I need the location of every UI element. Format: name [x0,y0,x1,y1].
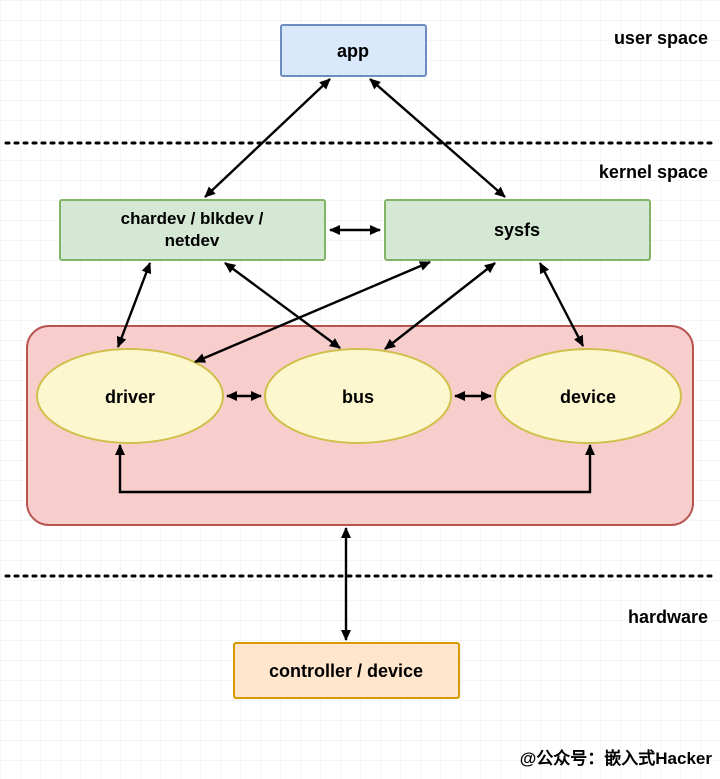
group-device-model: driver bus device [27,326,693,525]
credit-text: @公众号：嵌入式Hacker [520,748,713,768]
node-chardev: chardev / blkdev / netdev [60,200,325,260]
node-sysfs-label: sysfs [494,220,540,240]
label-hardware: hardware [628,607,708,627]
node-controller-label: controller / device [269,661,423,681]
node-bus: bus [265,349,451,443]
node-controller: controller / device [234,643,459,698]
node-device: device [495,349,681,443]
node-app-label: app [337,41,369,61]
label-kernel-space: kernel space [599,162,708,182]
node-chardev-label-1: chardev / blkdev / [121,209,264,228]
node-app: app [281,25,426,76]
node-bus-label: bus [342,387,374,407]
node-sysfs: sysfs [385,200,650,260]
node-chardev-label-2: netdev [165,231,220,250]
node-driver-label: driver [105,387,155,407]
label-user-space: user space [614,28,708,48]
node-driver: driver [37,349,223,443]
diagram-canvas: user space kernel space hardware app cha… [0,0,720,779]
node-device-label: device [560,387,616,407]
